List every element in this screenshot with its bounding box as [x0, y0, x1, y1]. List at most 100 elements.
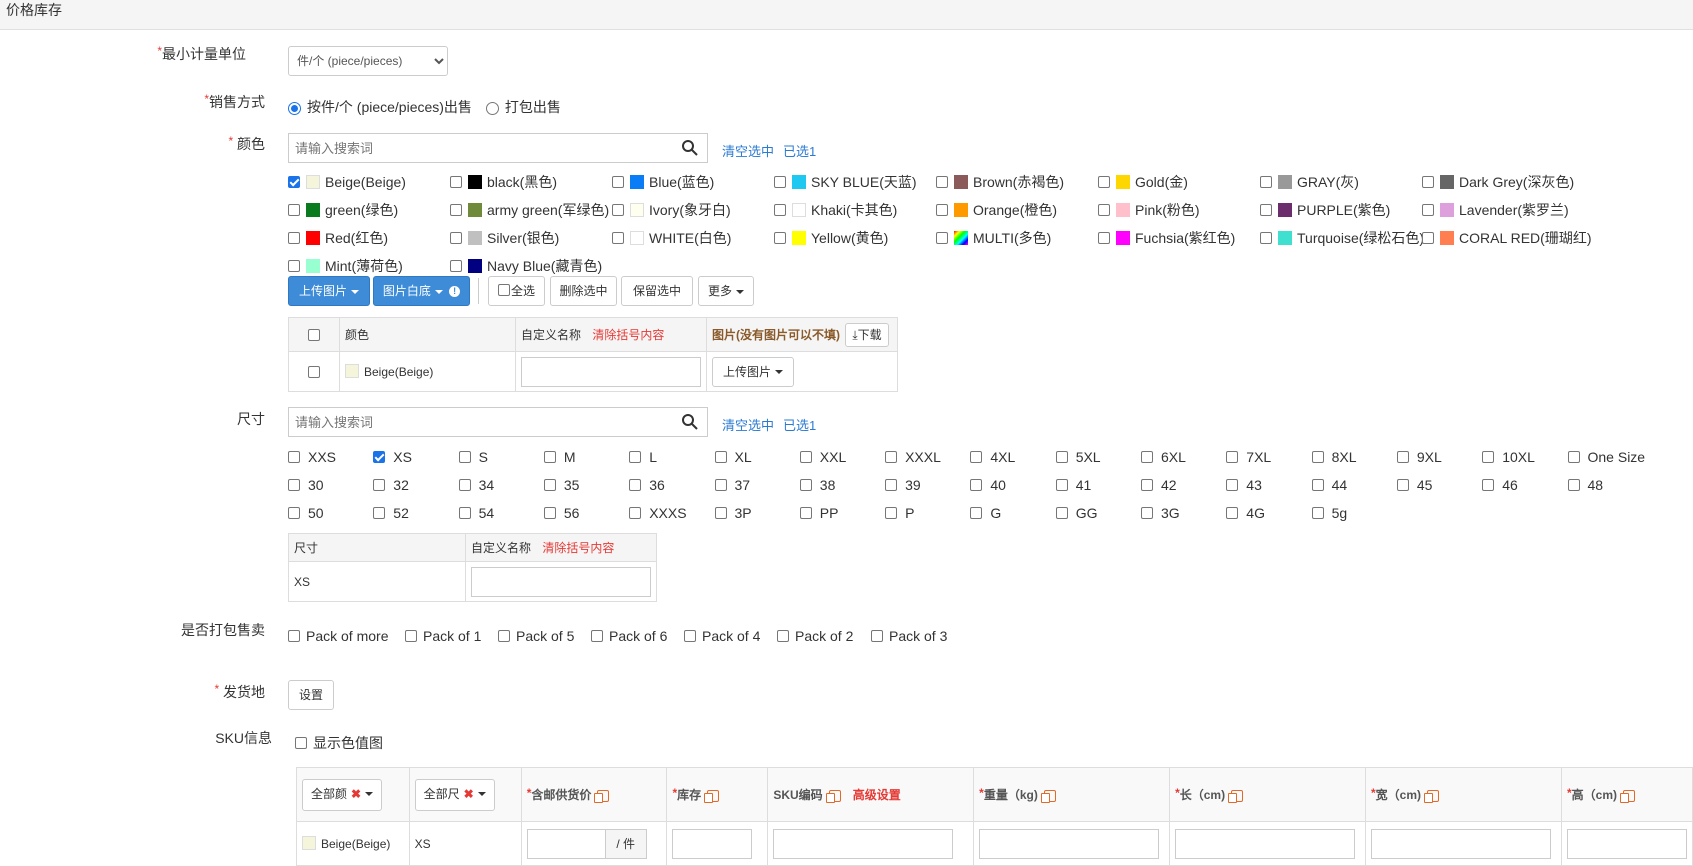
size-checkbox[interactable] — [885, 451, 898, 464]
size-checkbox[interactable] — [970, 479, 983, 492]
color-option-mint[interactable]: Mint(薄荷色) — [288, 256, 403, 276]
size-option-36[interactable]: 36 — [629, 475, 665, 495]
sku-code-input[interactable] — [773, 828, 954, 859]
size-option-44[interactable]: 44 — [1311, 475, 1347, 495]
all-sizes-filter[interactable]: 全部尺 ✖ — [414, 778, 495, 811]
size-option-one-size[interactable]: One Size — [1567, 447, 1645, 467]
size-checkbox[interactable] — [543, 451, 556, 464]
size-checkbox[interactable] — [1226, 479, 1239, 492]
size-clear-selection[interactable]: 清空选中 — [722, 415, 774, 434]
copy-icon[interactable] — [1040, 789, 1056, 803]
pack-option-pack-of-2[interactable]: Pack of 2 — [777, 626, 853, 646]
copy-icon[interactable] — [594, 789, 610, 803]
color-option-gold[interactable]: Gold(金) — [1098, 172, 1188, 192]
size-checkbox[interactable] — [714, 479, 727, 492]
size-option-5g[interactable]: 5g — [1311, 503, 1347, 523]
size-checkbox[interactable] — [1141, 479, 1153, 492]
size-checkbox[interactable] — [458, 479, 471, 492]
size-option-g[interactable]: G — [970, 503, 1001, 523]
color-option-multi[interactable]: MULTI(多色) — [936, 228, 1051, 248]
ship-from-settings-button[interactable]: 设置 — [288, 680, 334, 710]
size-option-41[interactable]: 41 — [1055, 475, 1091, 495]
size-checkbox[interactable] — [1482, 451, 1495, 464]
color-checkbox[interactable] — [450, 176, 462, 189]
size-checkbox[interactable] — [970, 451, 983, 464]
size-checkbox[interactable] — [373, 507, 386, 520]
length-input[interactable] — [1175, 828, 1356, 859]
color-checkbox[interactable] — [774, 204, 786, 217]
size-checkbox[interactable] — [1311, 507, 1324, 520]
size-option-37[interactable]: 37 — [714, 475, 750, 495]
size-checkbox[interactable] — [458, 451, 471, 464]
color-checkbox[interactable] — [1098, 232, 1110, 245]
size-option-7xl[interactable]: 7XL — [1226, 447, 1271, 467]
copy-icon[interactable] — [1228, 789, 1244, 803]
color-checkbox[interactable] — [612, 204, 624, 217]
stock-input[interactable] — [672, 828, 753, 859]
color-option-sky-blue[interactable]: SKY BLUE(天蓝) — [774, 172, 917, 192]
size-checkbox[interactable] — [1226, 507, 1239, 520]
select-all-button[interactable]: 全选 — [488, 276, 545, 306]
color-checkbox[interactable] — [450, 260, 462, 273]
size-checkbox[interactable] — [885, 479, 898, 492]
pack-checkbox[interactable] — [871, 630, 883, 643]
color-option-silver[interactable]: Silver(银色) — [450, 228, 559, 248]
color-option-lavender[interactable]: Lavender(紫罗兰) — [1422, 200, 1569, 220]
color-checkbox[interactable] — [288, 176, 300, 189]
color-selected-count[interactable]: 已选1 — [783, 141, 816, 160]
size-checkbox[interactable] — [629, 451, 642, 464]
color-checkbox[interactable] — [1260, 176, 1272, 189]
size-option-50[interactable]: 50 — [288, 503, 324, 523]
size-option-4g[interactable]: 4G — [1226, 503, 1265, 523]
color-clear-brackets-link[interactable]: 清除括号内容 — [592, 328, 664, 342]
size-option-xxs[interactable]: XXS — [288, 447, 336, 467]
color-option-pink[interactable]: Pink(粉色) — [1098, 200, 1200, 220]
size-checkbox[interactable] — [288, 479, 300, 492]
size-option-m[interactable]: M — [543, 447, 576, 467]
color-checkbox[interactable] — [1422, 232, 1434, 245]
size-checkbox[interactable] — [1141, 451, 1153, 464]
color-checkbox[interactable] — [612, 176, 624, 189]
height-input[interactable] — [1567, 828, 1687, 859]
color-clear-selection[interactable]: 清空选中 — [722, 141, 774, 160]
size-option-52[interactable]: 52 — [373, 503, 409, 523]
color-checkbox[interactable] — [450, 232, 462, 245]
size-checkbox[interactable] — [1396, 451, 1409, 464]
custom-name-input[interactable] — [471, 566, 651, 597]
row-checkbox[interactable] — [288, 351, 340, 392]
size-option-34[interactable]: 34 — [458, 475, 494, 495]
size-checkbox[interactable] — [1141, 507, 1153, 520]
size-option-gg[interactable]: GG — [1055, 503, 1097, 523]
size-checkbox[interactable] — [1055, 451, 1068, 464]
size-checkbox[interactable] — [1482, 479, 1495, 492]
row-upload-image-button[interactable]: 上传图片 — [712, 356, 794, 387]
size-option-pp[interactable]: PP — [799, 503, 838, 523]
color-checkbox[interactable] — [1422, 176, 1434, 189]
color-checkbox[interactable] — [774, 176, 786, 189]
color-checkbox[interactable] — [1422, 204, 1434, 217]
size-option-xxxs[interactable]: XXXS — [629, 503, 687, 523]
color-option-beige[interactable]: Beige(Beige) — [288, 172, 406, 192]
size-checkbox[interactable] — [1055, 507, 1068, 520]
size-option-xxl[interactable]: XXL — [799, 447, 846, 467]
size-checkbox[interactable] — [1311, 479, 1324, 492]
color-checkbox[interactable] — [288, 260, 300, 273]
color-option-gray[interactable]: GRAY(灰) — [1260, 172, 1359, 192]
size-option-48[interactable]: 48 — [1567, 475, 1603, 495]
size-option-45[interactable]: 45 — [1396, 475, 1432, 495]
size-checkbox[interactable] — [458, 507, 471, 520]
color-option-purple[interactable]: PURPLE(紫色) — [1260, 200, 1390, 220]
size-option-38[interactable]: 38 — [799, 475, 835, 495]
color-option-turquoise[interactable]: Turquoise(绿松石色) — [1260, 228, 1424, 248]
advanced-settings-link[interactable]: 高级设置 — [853, 788, 901, 802]
color-checkbox[interactable] — [450, 204, 462, 217]
color-checkbox[interactable] — [288, 204, 300, 217]
size-option-10xl[interactable]: 10XL — [1482, 447, 1535, 467]
color-checkbox[interactable] — [1098, 176, 1110, 189]
size-checkbox[interactable] — [885, 507, 898, 520]
size-option-s[interactable]: S — [458, 447, 488, 467]
search-icon[interactable] — [681, 413, 699, 431]
color-option-army-green[interactable]: army green(军绿色) — [450, 200, 609, 220]
color-option-brown[interactable]: Brown(赤褐色) — [936, 172, 1064, 192]
size-checkbox[interactable] — [1055, 479, 1068, 492]
